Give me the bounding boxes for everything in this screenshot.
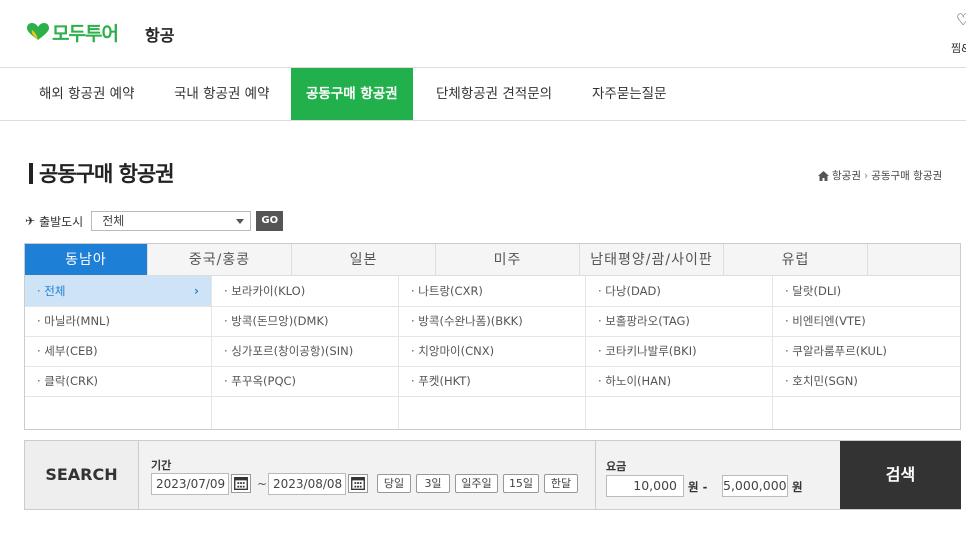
quick-month-button[interactable]: 한달 [544,474,578,493]
city-item[interactable]: · 다낭(DAD) [586,276,772,306]
city-item[interactable]: · 푸꾸옥(PQC) [212,366,398,396]
period-label: 기간 [151,459,172,472]
city-item[interactable]: · 마닐라(MNL) [25,306,211,336]
fare-max-input[interactable]: 5,000,000 [722,475,788,497]
wishlist-label[interactable]: 찜& [951,40,966,56]
logo[interactable]: 모두투어 [27,19,119,45]
departure-select[interactable]: 전체 [91,211,252,231]
nav-group-buy-flight[interactable]: 공동구매 항공권 [291,68,413,120]
search-panel: SEARCH 기간 2023/07/09 ~ 2023/08/08 당일 3일 … [24,440,961,510]
city-item[interactable]: · 방콕(수완나폼)(BKK) [399,306,585,336]
city-item[interactable]: · 비엔티엔(VTE) [773,306,959,336]
tab-spacer [868,244,960,276]
date-range-separator: ~ [257,477,268,491]
go-button[interactable]: GO [256,211,284,231]
nav-overseas-flight[interactable]: 해외 항공권 예약 [39,68,135,120]
home-icon[interactable] [818,170,829,181]
region-panel: 동남아 중국/홍콩 일본 미주 남태평양/괌/사이판 유럽 · 전체 › · 보… [24,243,961,430]
city-item[interactable]: · 코타키나발루(BKI) [586,336,772,366]
tab-south-pacific[interactable]: 남태평양/괌/사이판 [580,244,724,276]
heart-icon[interactable]: ♡ [956,10,966,29]
calendar-icon[interactable] [231,474,251,493]
tab-europe[interactable]: 유럽 [724,244,868,276]
tab-japan[interactable]: 일본 [292,244,436,276]
city-item[interactable]: · 보홀팡라오(TAG) [586,306,772,336]
fare-filter: 요금 10,000 원 - 5,000,000 원 [595,441,841,509]
date-to-input[interactable]: 2023/08/08 [268,473,346,495]
departure-filter: ✈ 출발도시 전체 GO [25,209,284,233]
city-label: · 전체 [37,284,66,298]
main-nav: 해외 항공권 예약 국내 항공권 예약 공동구매 항공권 단체항공권 견적문의 … [0,68,966,121]
city-item[interactable]: · 나트랑(CXR) [399,276,585,306]
chevron-down-icon [236,219,245,224]
city-item[interactable]: · 하노이(HAN) [586,366,772,396]
calendar-icon[interactable] [348,474,368,493]
title-marker [29,163,33,184]
fare-unit-label: 원 - [688,480,708,494]
quick-today-button[interactable]: 당일 [377,474,411,493]
city-item[interactable]: · 호치민(SGN) [773,366,959,396]
city-item[interactable]: · 치앙마이(CNX) [399,336,585,366]
city-item[interactable]: · 방콕(돈므앙)(DMK) [212,306,398,336]
plane-icon: ✈ [25,214,36,228]
city-all[interactable]: · 전체 › [25,276,211,306]
quick-15day-button[interactable]: 15일 [503,474,539,493]
breadcrumb-separator-icon: › [863,169,869,182]
page-title: 공동구매 항공권 [39,162,175,186]
quick-week-button[interactable]: 일주일 [455,474,498,493]
logo-text: 모두투어 [52,22,119,45]
tab-southeast-asia[interactable]: 동남아 [25,244,148,276]
city-item[interactable]: · 보라카이(KLO) [212,276,398,306]
city-item[interactable]: · 클락(CRK) [25,366,211,396]
section-title: 항공 [145,26,175,45]
tab-china-hongkong[interactable]: 중국/홍콩 [148,244,292,276]
fare-min-input[interactable]: 10,000 [606,475,684,497]
quick-3day-button[interactable]: 3일 [416,474,450,493]
search-label: SEARCH [25,441,139,509]
fare-label: 요금 [606,460,627,473]
departure-label: 출발도시 [39,214,84,229]
city-item[interactable]: · 푸켓(HKT) [399,366,585,396]
top-header: 모두투어 항공 ♡ 찜& [0,0,966,68]
grid-line [25,396,960,397]
breadcrumb: 항공권 › 공동구매 항공권 [818,168,942,183]
breadcrumb-item[interactable]: 항공권 [832,168,861,183]
search-button[interactable]: 검색 [840,441,961,509]
city-item[interactable]: · 쿠알라룸푸르(KUL) [773,336,959,366]
city-item[interactable]: · 싱가포르(창이공항)(SIN) [212,336,398,366]
departure-selected: 전체 [102,214,125,228]
nav-group-quote[interactable]: 단체항공권 견적문의 [436,68,552,120]
city-item[interactable]: · 세부(CEB) [25,336,211,366]
date-from-input[interactable]: 2023/07/09 [151,473,229,495]
heart-logo-icon [27,23,49,40]
breadcrumb-item-current[interactable]: 공동구매 항공권 [871,168,942,183]
chevron-right-icon: › [194,284,199,298]
city-item[interactable]: · 달랏(DLI) [773,276,959,306]
nav-domestic-flight[interactable]: 국내 항공권 예약 [174,68,270,120]
tab-americas[interactable]: 미주 [436,244,580,276]
fare-unit-label: 원 [792,480,803,494]
nav-faq[interactable]: 자주묻는질문 [592,68,667,120]
